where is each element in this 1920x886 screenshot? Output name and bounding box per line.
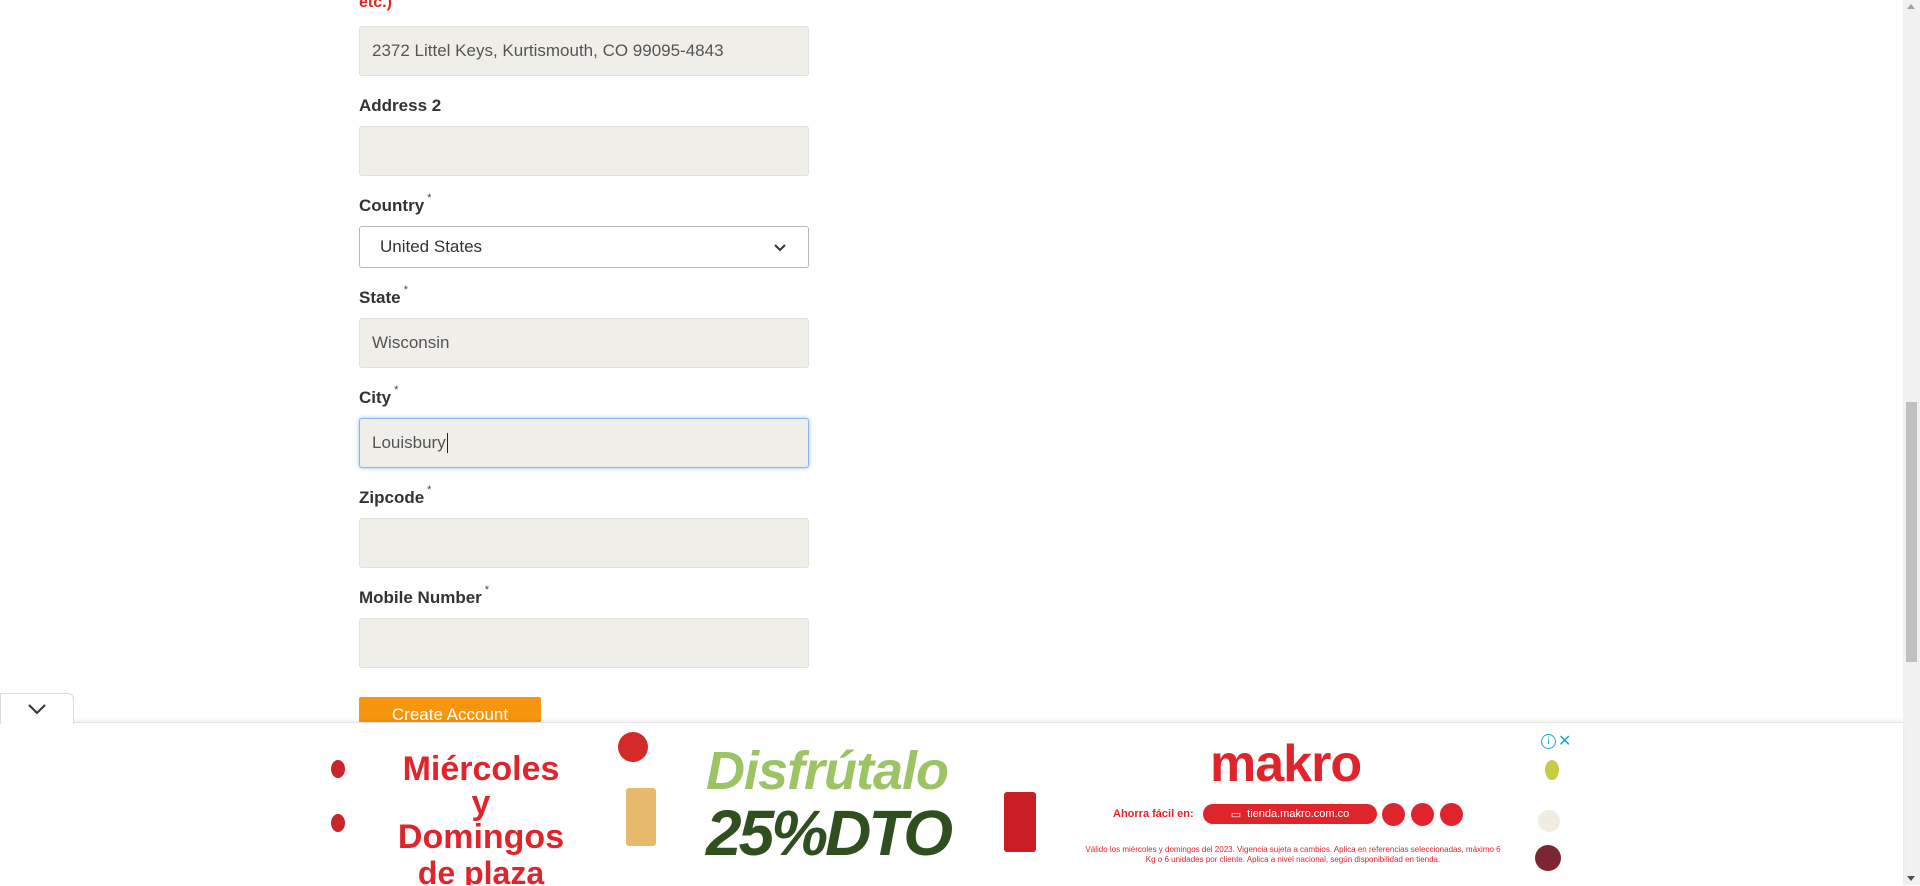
required-mark: * xyxy=(427,192,432,204)
ad-headline-line-3: de plaza xyxy=(417,855,545,885)
address-input[interactable]: 2372 Littel Keys, Kurtismouth, CO 99095-… xyxy=(359,26,809,76)
lime-graphic xyxy=(1545,760,1559,780)
cart-icon: ▭ xyxy=(1230,808,1242,821)
country-label: Country * xyxy=(359,192,431,216)
country-select-value: United States xyxy=(380,237,483,256)
text-caret xyxy=(446,433,448,453)
social-icon[interactable] xyxy=(1411,803,1434,826)
page-scrollbar[interactable] xyxy=(1903,0,1920,885)
city-input[interactable]: Louisbury xyxy=(359,418,809,468)
mobile-label-text: Mobile Number xyxy=(359,588,482,607)
state-input[interactable]: Wisconsin xyxy=(359,318,809,368)
address2-label: Address 2 xyxy=(359,96,441,116)
scroll-down-arrow-icon[interactable] xyxy=(1907,876,1915,881)
pasta-bag-graphic xyxy=(626,788,656,846)
state-label-text: State xyxy=(359,288,401,307)
mobile-input[interactable] xyxy=(359,618,809,668)
mobile-label: Mobile Number * xyxy=(359,584,489,608)
tomato-graphic xyxy=(331,814,345,832)
required-mark: * xyxy=(427,484,432,496)
ad-headline-line-2: Domingos xyxy=(397,818,565,856)
scrollbar-thumb[interactable] xyxy=(1906,402,1917,662)
ad-cta-prefix: Ahorra fácil en: xyxy=(1113,808,1194,820)
meat-pack-graphic xyxy=(1004,792,1036,852)
ad-cta-url: tienda.makro.com.co xyxy=(1247,808,1350,820)
required-mark: * xyxy=(394,384,399,396)
ad-promo-line-1: Disfrútalo xyxy=(706,741,949,801)
zipcode-input[interactable] xyxy=(359,518,809,568)
makro-logo: makro xyxy=(1210,735,1362,793)
state-label: State * xyxy=(359,284,408,308)
close-icon[interactable]: ✕ xyxy=(1558,731,1571,751)
city-label: City * xyxy=(359,384,398,408)
onion-graphic xyxy=(1535,845,1561,871)
chevron-down-icon xyxy=(28,704,46,715)
city-input-value: Louisbury xyxy=(372,433,446,452)
ad-promo: Disfrútalo 25%DTO xyxy=(706,740,953,870)
apple-graphic xyxy=(618,732,648,762)
chevron-down-icon xyxy=(774,244,786,252)
scroll-up-arrow-icon[interactable] xyxy=(1907,4,1915,9)
city-label-text: City xyxy=(359,388,392,407)
ad-creative[interactable]: Miércoles y Domingos de plaza Disfrútalo… xyxy=(323,730,1576,885)
ad-promo-line-2: 25%DTO xyxy=(706,797,953,869)
social-icon[interactable] xyxy=(1382,803,1405,826)
ad-headline-line-1: Miércoles y xyxy=(402,750,560,822)
info-icon[interactable]: i xyxy=(1541,734,1556,749)
ad-cta-url-pill[interactable]: ▭ tienda.makro.com.co xyxy=(1203,804,1377,824)
required-mark: * xyxy=(484,584,490,596)
country-label-text: Country xyxy=(359,196,425,215)
zipcode-label-text: Zipcode xyxy=(359,488,425,507)
address-input-value: 2372 Littel Keys, Kurtismouth, CO 99095-… xyxy=(372,41,724,60)
country-select[interactable]: United States xyxy=(359,226,809,268)
tomato-graphic xyxy=(331,760,345,778)
field-label-address-note: etc.) xyxy=(359,0,392,11)
required-mark: * xyxy=(403,284,408,296)
ad-fine-print: Válido los miércoles y domingos del 2023… xyxy=(1085,845,1501,864)
zipcode-label: Zipcode * xyxy=(359,484,431,508)
address2-label-text: Address 2 xyxy=(359,96,442,115)
garlic-graphic xyxy=(1538,810,1560,832)
ad-headline: Miércoles y Domingos de plaza xyxy=(391,752,571,885)
state-input-value: Wisconsin xyxy=(372,333,450,352)
ad-collapse-toggle[interactable] xyxy=(0,693,74,724)
social-icon[interactable] xyxy=(1440,803,1463,826)
address2-input[interactable] xyxy=(359,126,809,176)
